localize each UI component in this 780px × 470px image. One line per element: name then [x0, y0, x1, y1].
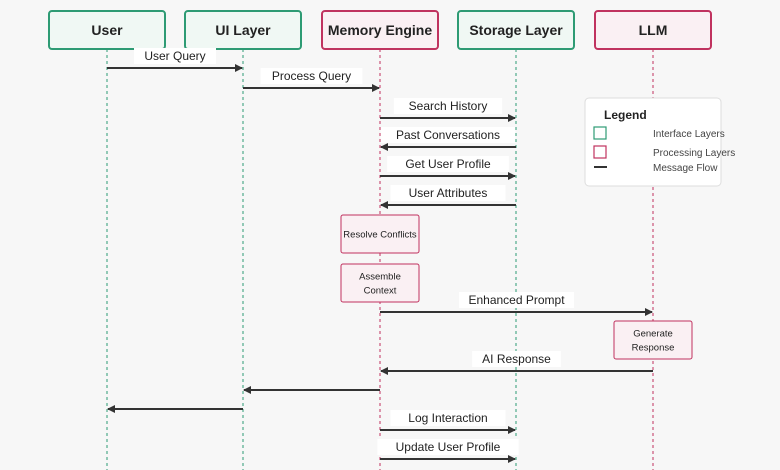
message-user-attributes: User Attributes: [380, 185, 516, 209]
legend-label: Processing Layers: [653, 148, 735, 159]
message-process-query: Process Query: [243, 68, 380, 92]
participant-llm: LLM: [594, 10, 712, 50]
message-label: Process Query: [272, 69, 351, 83]
message-user-query: User Query: [107, 48, 243, 72]
note-line: Resolve Conflicts: [343, 230, 417, 241]
message-label: User Query: [144, 49, 205, 63]
message-label: Search History: [409, 99, 488, 113]
note-line: Assemble: [359, 272, 401, 283]
legend-swatch: [593, 126, 607, 140]
participants: User UI Layer Memory Engine Storage Layer LL…: [48, 10, 712, 50]
note-assemble-context: Assemble Context: [340, 263, 420, 303]
message-update-user-profile: Update User Profile: [377, 439, 519, 463]
note-line: Response: [632, 343, 675, 354]
participant-storage: Storage Layer: [457, 10, 575, 50]
participant-label: LLM: [639, 22, 668, 38]
message-search-history: Search History: [380, 98, 516, 122]
message-get-user-profile: Get User Profile: [380, 156, 516, 180]
participant-label: Storage Layer: [469, 22, 563, 38]
legend-label: Message Flow: [653, 163, 718, 174]
participant-memory: Memory Engine: [321, 10, 439, 50]
legend: Legend Interface Layers Processing Layers…: [584, 97, 735, 187]
note-line: Generate: [633, 329, 673, 340]
note-resolve-conflicts: Resolve Conflicts: [340, 214, 420, 254]
message-ai-response: AI Response: [380, 351, 653, 375]
message-label: Enhanced Prompt: [468, 293, 565, 307]
note-line: Context: [364, 286, 397, 297]
participant-label: UI Layer: [215, 22, 271, 38]
participant-label: Memory Engine: [328, 22, 432, 38]
message-label: Get User Profile: [405, 157, 491, 171]
legend-title: Legend: [604, 108, 647, 122]
message-past-conversations: Past Conversations: [380, 127, 516, 151]
sequence-diagram: User UI Layer Memory Engine Storage Layer LL…: [48, 10, 735, 470]
note-generate-response: Generate Response: [613, 320, 693, 360]
participant-user: User: [48, 10, 166, 50]
participant-ui: UI Layer: [184, 10, 302, 50]
legend-swatch: [593, 145, 607, 159]
lifelines: [106, 49, 654, 470]
message-label: Log Interaction: [408, 411, 487, 425]
legend-label: Interface Layers: [653, 129, 725, 140]
message-label: Past Conversations: [396, 128, 500, 142]
message-label: AI Response: [482, 352, 551, 366]
message-label: User Attributes: [409, 186, 488, 200]
participant-label: User: [91, 22, 123, 38]
message-label: Update User Profile: [396, 440, 501, 454]
message-log-interaction: Log Interaction: [380, 410, 516, 434]
